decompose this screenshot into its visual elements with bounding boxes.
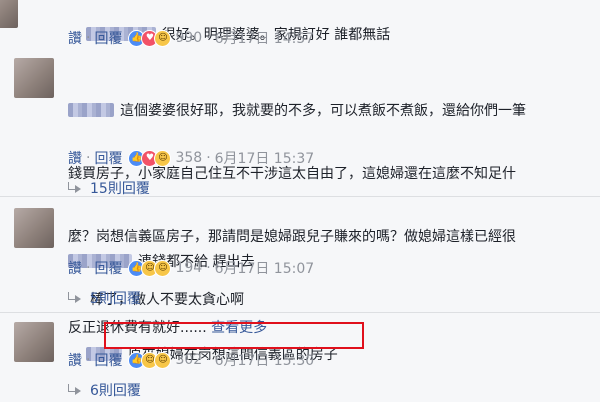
wow-reaction-icon: ☺ (154, 351, 172, 369)
divider (0, 196, 600, 197)
replies-count[interactable]: 5則回覆 (90, 288, 141, 308)
avatar[interactable] (14, 58, 54, 98)
like-button[interactable]: 讚 (68, 350, 82, 370)
reaction-count: 358 (175, 150, 203, 166)
reaction-summary[interactable]: 👍 ☺ ☺ (128, 351, 172, 369)
wow-reaction-icon: ☺ (154, 259, 172, 277)
reaction-summary[interactable]: 👍 ♥ ☺ (128, 29, 172, 47)
reply-button[interactable]: 回覆 (94, 350, 122, 370)
reply-button[interactable]: 回覆 (94, 28, 122, 48)
view-replies-link[interactable]: 15則回覆 (68, 178, 150, 198)
reply-button[interactable]: 回覆 (94, 148, 122, 168)
separator: · (86, 352, 91, 368)
separator: · (206, 30, 211, 46)
comment-actions: 讚 · 回覆 👍 ♥ ☺ 358 · 6月17日 15:37 (68, 148, 314, 168)
commenter-name-blurred[interactable] (68, 103, 114, 117)
timestamp[interactable]: 6月17日 14:57 (215, 28, 315, 48)
reply-button[interactable]: 回覆 (94, 258, 122, 278)
avatar[interactable] (0, 0, 18, 28)
view-replies-link[interactable]: 5則回覆 (68, 288, 141, 308)
reaction-count: 302 (175, 352, 203, 368)
haha-reaction-icon: ☺ (154, 29, 172, 47)
separator: · (206, 352, 211, 368)
like-button[interactable]: 讚 (68, 28, 82, 48)
timestamp[interactable]: 6月17日 15:07 (215, 258, 315, 278)
timestamp[interactable]: 6月17日 15:30 (215, 350, 315, 370)
reply-arrow-icon (68, 384, 82, 396)
comment-actions: 讚 · 回覆 👍 ☺ ☺ 194 · 6月17日 15:07 (68, 258, 314, 278)
highlight-box (104, 322, 364, 349)
separator: · (86, 150, 91, 166)
avatar[interactable] (14, 208, 54, 248)
like-button[interactable]: 讚 (68, 148, 82, 168)
avatar[interactable] (14, 322, 54, 362)
timestamp[interactable]: 6月17日 15:37 (215, 148, 315, 168)
comment-line: 這個婆婆很好耶，我就要的不多，可以煮飯不煮飯，還給你們一筆 (120, 103, 526, 119)
divider (0, 312, 600, 313)
replies-count[interactable]: 15則回覆 (90, 178, 150, 198)
separator: · (86, 260, 91, 276)
view-replies-link[interactable]: 6則回覆 (68, 380, 141, 400)
reaction-summary[interactable]: 👍 ♥ ☺ (128, 149, 172, 167)
separator: · (206, 150, 211, 166)
comment-actions: 讚 · 回覆 👍 ♥ ☺ 990 · 6月17日 14:57 (68, 28, 314, 48)
like-button[interactable]: 讚 (68, 258, 82, 278)
reaction-count: 194 (175, 260, 203, 276)
separator: · (206, 260, 211, 276)
reaction-summary[interactable]: 👍 ☺ ☺ (128, 259, 172, 277)
reply-arrow-icon (68, 292, 82, 304)
separator: · (86, 30, 91, 46)
reply-arrow-icon (68, 182, 82, 194)
replies-count[interactable]: 6則回覆 (90, 380, 141, 400)
comment-actions: 讚 · 回覆 👍 ☺ ☺ 302 · 6月17日 15:30 (68, 350, 314, 370)
wow-reaction-icon: ☺ (154, 149, 172, 167)
reaction-count: 990 (175, 30, 203, 46)
